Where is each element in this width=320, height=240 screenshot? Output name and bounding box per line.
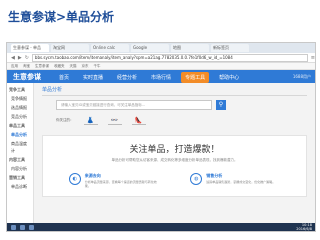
search-button[interactable]: ⚲ <box>216 100 226 110</box>
sidebar-item[interactable]: 竞争情报 <box>7 94 33 103</box>
forward-icon[interactable]: ▶ <box>18 55 22 61</box>
nav-help[interactable]: 帮助中心 <box>215 72 243 83</box>
feature-description: 追踪单品销售趋势，掌握成交变化，优化推广策略。 <box>206 180 276 184</box>
nav-tools[interactable]: 专题工具 <box>181 71 210 83</box>
nav-market[interactable]: 市场行情 <box>147 72 175 83</box>
bookmark-item[interactable]: 京东 <box>82 63 89 69</box>
browser-tab[interactable]: 地图 <box>171 44 209 52</box>
trend-icon: ◍ <box>190 173 203 185</box>
feature-item: ◐ 来源去向 分析单品流量来源，查看每个渠道的流量贡献与转化效果。 <box>68 173 159 188</box>
intro-panel: 关注单品，打造爆款！ 单品分析可帮助您从访客来源、成交转化等多维度分析单品表现，… <box>42 135 307 197</box>
nav-business-analysis[interactable]: 经营分析 <box>113 72 141 83</box>
tab-bar: 生意参谋 - 单品 淘宝网 Online calc Google 地图 新标签页 <box>7 43 315 53</box>
bookmark-item[interactable]: 收藏夹 <box>54 63 65 69</box>
nav-realtime[interactable]: 实时直播 <box>79 72 107 83</box>
sidebar-item-single-product[interactable]: 单品分析 <box>7 130 33 139</box>
followed-label: 你关注的： <box>56 118 74 122</box>
app-top-nav: 生意参谋 首页 实时直播 经营分析 市场行情 专题工具 帮助中心 1688用户 <box>7 70 315 84</box>
page-title: 单品分析 <box>42 86 307 96</box>
chart-icon: ◐ <box>68 173 81 185</box>
user-menu[interactable]: 1688用户 <box>293 74 311 80</box>
browser-taskbar-icon[interactable] <box>20 224 25 230</box>
sidebar-group-title: 内容工具 <box>9 157 25 162</box>
bookmark-item[interactable]: 千牛 <box>94 63 101 69</box>
sidebar-group-title: 单品工具 <box>9 123 25 128</box>
clock-date: 2016/6/8 <box>296 227 312 231</box>
sidebar-group-title: 营销工具 <box>9 175 25 180</box>
sidebar: 竞争工具 竞争情报 选品情报 竞品分析 单品工具 单品分析 商品温度计 内容工具… <box>7 83 34 223</box>
panel-title: 关注单品，打造爆款！ <box>129 145 220 155</box>
sidebar-item[interactable]: 内容分析 <box>7 164 33 173</box>
system-clock: 10:18 2016/6/8 <box>296 223 312 231</box>
product-thumb-dress[interactable]: 👗 <box>83 116 98 125</box>
bookmarks-bar: 应用 淘宝 生意参谋 收藏夹 天猫 京东 千牛 <box>7 63 315 70</box>
menu-icon[interactable]: ≡ <box>311 55 315 61</box>
feature-item: ◍ 销售分析 追踪单品销售趋势，掌握成交变化，优化推广策略。 <box>190 173 280 188</box>
browser-tab[interactable]: 生意参谋 - 单品 <box>11 44 49 52</box>
panel-description: 单品分析可帮助您从访客来源、成交转化等多维度分析单品表现，找到爆款潜力。 <box>111 158 238 162</box>
feature-title: 销售分析 <box>206 173 223 178</box>
feature-list: ◐ 来源去向 分析单品流量来源，查看每个渠道的流量贡献与转化效果。 ◍ 销售分析… <box>53 173 296 188</box>
feature-description: 分析单品流量来源，查看每个渠道的流量贡献与转化效果。 <box>84 180 157 188</box>
bookmark-item[interactable]: 生意参谋 <box>35 63 49 69</box>
sidebar-group-title: 竞争工具 <box>9 87 25 92</box>
feature-title: 来源去向 <box>84 173 101 178</box>
sidebar-item[interactable]: 单品诊断 <box>7 182 33 191</box>
slide-title: 生意参谋>单品分析 <box>8 10 115 24</box>
nav-home[interactable]: 首页 <box>55 72 73 83</box>
sidebar-item[interactable]: 竞品分析 <box>7 112 33 121</box>
followed-items: 你关注的： 👗 👓 👠 <box>56 116 307 125</box>
bookmark-item[interactable]: 应用 <box>11 63 18 69</box>
folder-taskbar-icon[interactable] <box>29 224 34 230</box>
bookmark-item[interactable]: 淘宝 <box>23 63 30 69</box>
browser-tab[interactable]: 新标签页 <box>211 44 249 52</box>
search-icon: ⚲ <box>218 101 224 108</box>
address-bar: ◀ ▶ ↻ bbs.sycm.taobao.com/item/itemanaly… <box>7 53 315 63</box>
browser-tab[interactable]: Google <box>131 44 169 52</box>
product-thumb-shoes[interactable]: 👠 <box>131 116 146 125</box>
browser-window: 生意参谋 - 单品 淘宝网 Online calc Google 地图 新标签页… <box>6 42 316 232</box>
bookmark-item[interactable]: 天猫 <box>70 63 77 69</box>
taskbar: 10:18 2016/6/8 <box>7 223 315 231</box>
browser-tab[interactable]: Online calc <box>91 44 129 52</box>
product-thumb-glasses[interactable]: 👓 <box>107 116 122 125</box>
sidebar-item[interactable]: 商品温度计 <box>7 139 33 155</box>
reload-icon[interactable]: ↻ <box>25 55 29 61</box>
search-row: 请输入宝贝ID或宝贝链接进行查询，可关注单品指标... ⚲ <box>56 100 307 110</box>
main-area: 竞争工具 竞争情报 选品情报 竞品分析 单品工具 单品分析 商品温度计 内容工具… <box>7 83 315 223</box>
app-logo[interactable]: 生意参谋 <box>13 72 41 82</box>
sidebar-item[interactable]: 选品情报 <box>7 103 33 112</box>
start-icon[interactable] <box>11 224 16 230</box>
search-input[interactable]: 请输入宝贝ID或宝贝链接进行查询，可关注单品指标... <box>56 100 212 110</box>
browser-tab[interactable]: 淘宝网 <box>51 44 89 52</box>
content-area: 单品分析 请输入宝贝ID或宝贝链接进行查询，可关注单品指标... ⚲ 你关注的：… <box>34 83 315 223</box>
url-input[interactable]: bbs.sycm.taobao.com/item/itemanaly/item_… <box>31 53 308 62</box>
back-icon[interactable]: ◀ <box>11 55 15 61</box>
